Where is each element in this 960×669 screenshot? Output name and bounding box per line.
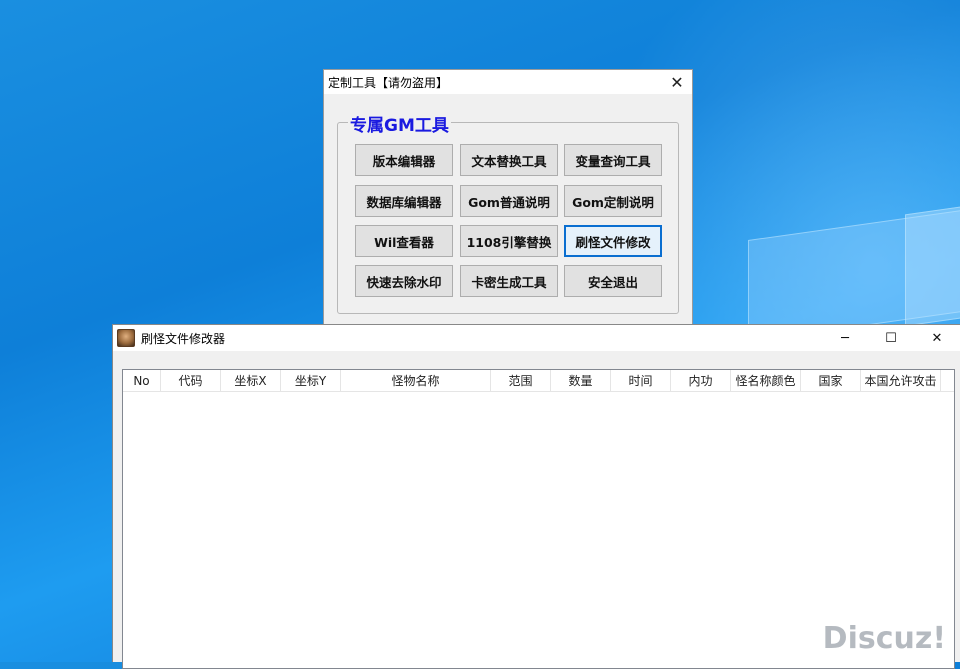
column-header-x[interactable]: 坐标X	[221, 370, 281, 391]
card-key-generator-button[interactable]: 卡密生成工具	[460, 265, 558, 297]
gm-tools-group: 专属GM工具 版本编辑器 文本替换工具 变量查询工具 数据库编辑器 Gom普通说…	[337, 111, 679, 314]
database-editor-button[interactable]: 数据库编辑器	[355, 185, 453, 217]
column-header-y[interactable]: 坐标Y	[281, 370, 341, 391]
column-header-range[interactable]: 范围	[491, 370, 551, 391]
spawn-file-edit-button[interactable]: 刷怪文件修改	[564, 225, 662, 257]
remove-watermark-button[interactable]: 快速去除水印	[355, 265, 453, 297]
wil-viewer-button[interactable]: Wil查看器	[355, 225, 453, 257]
maximize-button[interactable]: ☐	[868, 325, 914, 351]
app-icon	[117, 329, 135, 347]
close-icon: ✕	[670, 72, 684, 92]
text-replace-button[interactable]: 文本替换工具	[460, 144, 558, 176]
title-bar[interactable]: 刷怪文件修改器 ─ ☐ ✕	[113, 325, 960, 351]
column-header-count[interactable]: 数量	[551, 370, 611, 391]
minimize-icon: ─	[841, 330, 849, 346]
column-header-monster-name[interactable]: 怪物名称	[341, 370, 491, 391]
gm-tool-window: 定制工具【请勿盗用】 ✕ 专属GM工具 版本编辑器 文本替换工具 变量查询工具 …	[323, 69, 693, 331]
window-title: 定制工具【请勿盗用】	[328, 75, 449, 90]
column-header-inner-power[interactable]: 内功	[671, 370, 731, 391]
column-header-allow-attack[interactable]: 本国允许攻击	[861, 370, 941, 391]
maximize-icon: ☐	[885, 330, 897, 346]
list-header: No 代码 坐标X 坐标Y 怪物名称 范围 数量 时间 内功 怪名称颜色 国家 …	[123, 370, 954, 392]
column-header-no[interactable]: No	[123, 370, 161, 391]
column-header-country[interactable]: 国家	[801, 370, 861, 391]
group-title: 专属GM工具	[348, 111, 451, 136]
spawn-file-editor-window: 刷怪文件修改器 ─ ☐ ✕ No 代码 坐标X 坐标Y 怪物名称 范围 数量 时…	[112, 324, 960, 669]
close-button[interactable]: ✕	[662, 70, 692, 94]
window-title: 刷怪文件修改器	[141, 331, 226, 346]
version-editor-button[interactable]: 版本编辑器	[355, 144, 453, 176]
minimize-button[interactable]: ─	[822, 325, 868, 351]
column-header-time[interactable]: 时间	[611, 370, 671, 391]
engine-replace-button[interactable]: 1108引擎替换	[460, 225, 558, 257]
title-bar[interactable]: 定制工具【请勿盗用】 ✕	[324, 70, 692, 94]
safe-exit-button[interactable]: 安全退出	[564, 265, 662, 297]
close-button[interactable]: ✕	[914, 325, 960, 351]
gom-custom-doc-button[interactable]: Gom定制说明	[564, 185, 662, 217]
wallpaper-pane	[905, 205, 960, 327]
variable-query-button[interactable]: 变量查询工具	[564, 144, 662, 176]
watermark-text: Discuz!	[822, 621, 946, 656]
close-icon: ✕	[931, 330, 943, 346]
column-header-name-color[interactable]: 怪名称颜色	[731, 370, 801, 391]
gom-normal-doc-button[interactable]: Gom普通说明	[460, 185, 558, 217]
column-header-code[interactable]: 代码	[161, 370, 221, 391]
